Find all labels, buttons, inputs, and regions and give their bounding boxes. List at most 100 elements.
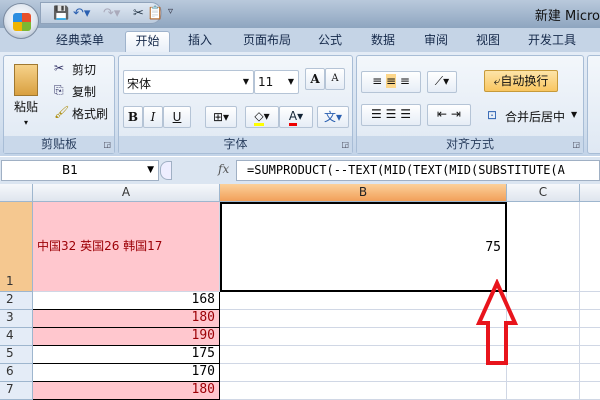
cell-c7[interactable] (507, 382, 580, 400)
ribbon-tabs: 经典菜单 开始 插入 页面布局 公式 数据 审阅 视图 开发工具 (0, 28, 600, 52)
column-header-d[interactable] (580, 184, 600, 202)
name-box-value: B1 (62, 163, 78, 177)
font-name-select[interactable]: 宋体 ▼ (123, 70, 254, 94)
tab-home[interactable]: 开始 (125, 31, 170, 52)
borders-button[interactable]: ⊞▾ (205, 106, 237, 128)
cell-a4[interactable]: 190 (33, 328, 220, 346)
paste-icon[interactable] (14, 64, 38, 96)
cell-d1[interactable] (580, 202, 600, 292)
phonetic-button[interactable]: 文▾ (317, 106, 349, 128)
chevron-down-icon[interactable]: ▼ (571, 110, 577, 119)
column-header-c[interactable]: C (507, 184, 580, 202)
horizontal-align-buttons[interactable]: ☰ ☰ ☰ (361, 104, 421, 126)
row-header-1[interactable]: 1 (0, 202, 33, 292)
italic-button[interactable]: I (143, 106, 163, 128)
vertical-align-buttons[interactable]: ≡ ≡ ≡ (361, 71, 421, 93)
row-header-2[interactable]: 2 (0, 292, 33, 310)
wrap-text-button[interactable]: ⤶自动换行 (484, 70, 558, 92)
cell-a2[interactable]: 168 (33, 292, 220, 310)
cell-d3[interactable] (580, 310, 600, 328)
cell-b3[interactable] (220, 310, 507, 328)
font-group: 宋体 ▼ 11 ▼ A A B I U ⊞▾ ◇▾ A▾ 文▾ 字体 ◲ (118, 55, 353, 154)
shrink-font-button[interactable]: A (325, 68, 345, 90)
paste-dropdown-icon[interactable]: ▾ (24, 118, 28, 127)
chevron-down-icon: ▼ (242, 77, 249, 86)
column-header-b[interactable]: B (220, 184, 507, 202)
row-header-5[interactable]: 5 (0, 346, 33, 364)
cell-b4[interactable] (220, 328, 507, 346)
alignment-group-label: 对齐方式 (357, 136, 583, 153)
tab-developer[interactable]: 开发工具 (522, 31, 582, 52)
grow-font-button[interactable]: A (305, 68, 325, 90)
increase-indent-icon[interactable]: ⇥ (451, 107, 461, 121)
cut-button[interactable]: 剪切 (72, 61, 96, 78)
dialog-launcher-icon[interactable]: ◲ (341, 140, 349, 149)
insert-function-icon[interactable]: fx (218, 162, 229, 176)
underline-button[interactable]: U (163, 106, 191, 128)
name-box[interactable]: B1 ▼ (1, 160, 159, 181)
row-header-4[interactable]: 4 (0, 328, 33, 346)
cell-a1[interactable]: 中国32 英国26 韩国17 (33, 202, 220, 292)
dialog-launcher-icon[interactable]: ◲ (572, 140, 580, 149)
cell-a5[interactable]: 175 (33, 346, 220, 364)
tab-formulas[interactable]: 公式 (312, 31, 348, 52)
tools-icon[interactable]: ✂ (133, 6, 144, 21)
orientation-button[interactable]: ⟋▾ (427, 71, 457, 93)
phonetic-label: 文 (323, 110, 336, 124)
tab-page-layout[interactable]: 页面布局 (237, 31, 297, 52)
cell-a6[interactable]: 170 (33, 364, 220, 382)
save-icon[interactable]: 💾 (53, 6, 69, 21)
align-center-icon[interactable]: ☰ (386, 107, 397, 121)
font-color-button[interactable]: A▾ (279, 106, 313, 128)
cell-b5[interactable] (220, 346, 507, 364)
align-left-icon[interactable]: ☰ (371, 107, 382, 121)
formula-input[interactable]: =SUMPRODUCT(--TEXT(MID(TEXT(MID(SUBSTITU… (236, 160, 600, 181)
row-header-6[interactable]: 6 (0, 364, 33, 382)
chevron-down-icon[interactable]: ▼ (147, 161, 154, 180)
align-bottom-icon[interactable]: ≡ (400, 74, 410, 88)
cell-d7[interactable] (580, 382, 600, 400)
bold-button[interactable]: B (123, 106, 143, 128)
dialog-launcher-icon[interactable]: ◲ (103, 140, 111, 149)
align-right-icon[interactable]: ☰ (400, 107, 411, 121)
cell-b2[interactable] (220, 292, 507, 310)
office-logo-icon (13, 13, 31, 31)
chevron-down-icon: ▼ (287, 77, 294, 86)
cell-a3[interactable]: 180 (33, 310, 220, 328)
paste-button[interactable]: 粘贴 (14, 98, 38, 115)
cell-a7[interactable]: 180 (33, 382, 220, 400)
cell-d2[interactable] (580, 292, 600, 310)
clipboard-icon[interactable]: 📋 (147, 6, 163, 21)
office-button[interactable] (3, 3, 39, 39)
tab-insert[interactable]: 插入 (180, 31, 220, 52)
fill-color-button[interactable]: ◇▾ (245, 106, 279, 128)
align-middle-icon[interactable]: ≡ (385, 74, 397, 88)
format-painter-button[interactable]: 格式刷 (72, 105, 108, 122)
cell-d4[interactable] (580, 328, 600, 346)
font-color-value: A (288, 109, 298, 126)
redo-icon[interactable]: ↷▾ (103, 6, 120, 21)
indent-buttons[interactable]: ⇤ ⇥ (427, 104, 471, 126)
decrease-indent-icon[interactable]: ⇤ (437, 107, 447, 121)
row-header-7[interactable]: 7 (0, 382, 33, 400)
cell-d6[interactable] (580, 364, 600, 382)
tab-classic-menu[interactable]: 经典菜单 (50, 31, 110, 52)
undo-icon[interactable]: ↶▾ (73, 6, 90, 21)
row-header-3[interactable]: 3 (0, 310, 33, 328)
tab-view[interactable]: 视图 (470, 31, 506, 52)
cell-b7[interactable] (220, 382, 507, 400)
align-top-icon[interactable]: ≡ (372, 74, 382, 88)
wrap-text-label: 自动换行 (500, 74, 549, 88)
column-header-a[interactable]: A (33, 184, 220, 202)
copy-button[interactable]: 复制 (72, 83, 96, 100)
cell-b6[interactable] (220, 364, 507, 382)
tab-review[interactable]: 审阅 (418, 31, 454, 52)
select-all-button[interactable] (0, 184, 33, 202)
formula-bar-resize-handle[interactable] (160, 161, 172, 180)
font-size-select[interactable]: 11 ▼ (254, 70, 299, 94)
cell-b1[interactable]: 75 (220, 202, 507, 292)
merge-center-button[interactable]: 合并后居中 (505, 108, 565, 125)
tab-data[interactable]: 数据 (363, 31, 403, 52)
cell-d5[interactable] (580, 346, 600, 364)
customize-qat-icon[interactable]: ▿ (168, 6, 173, 17)
